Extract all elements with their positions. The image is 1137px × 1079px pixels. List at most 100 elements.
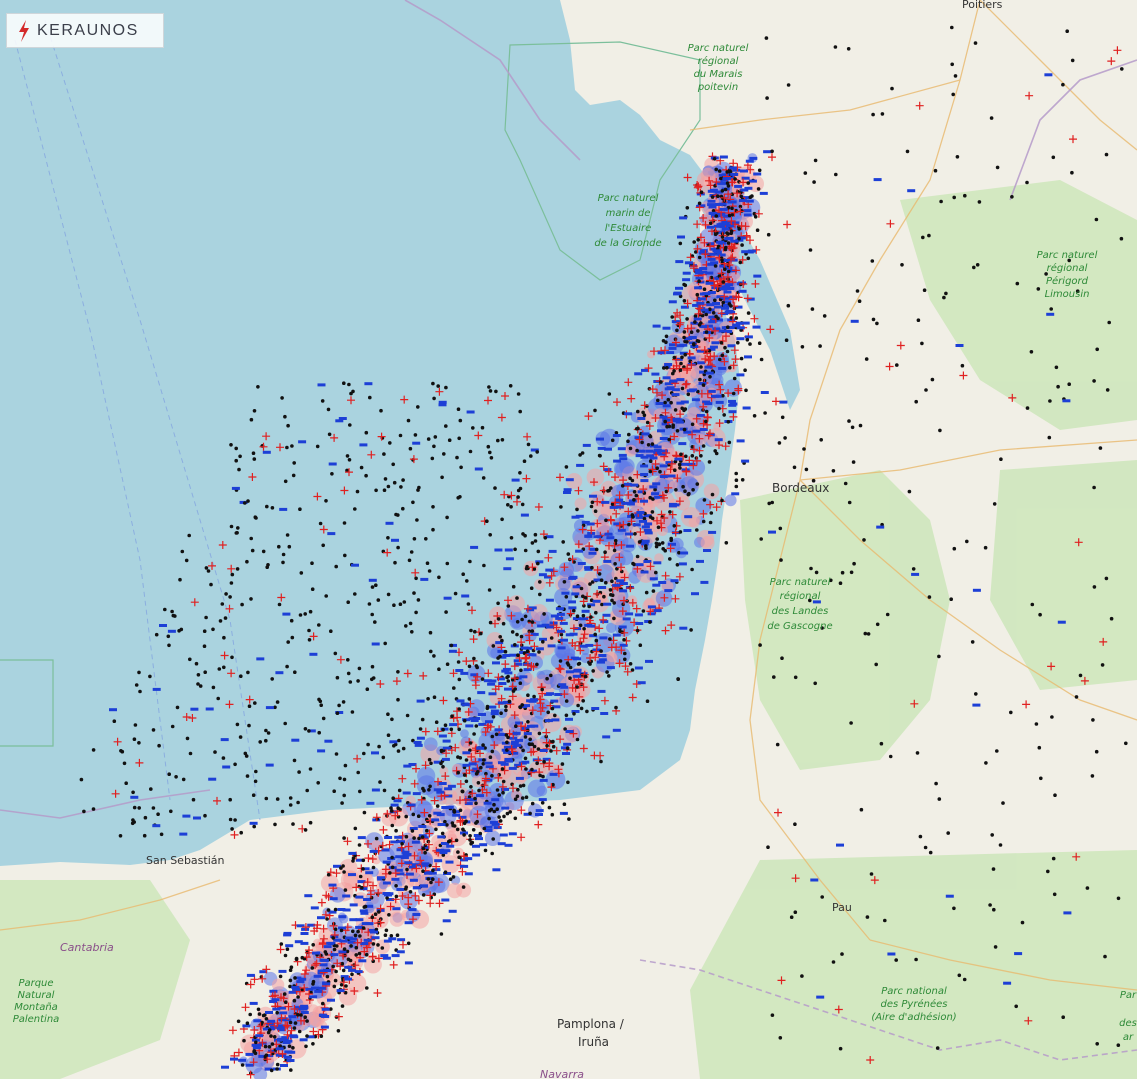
intracloud-flash <box>367 602 372 606</box>
negative-strike <box>721 173 730 177</box>
intracloud-flash <box>332 789 337 793</box>
negative-strike <box>617 447 626 451</box>
intracloud-flash <box>1109 616 1114 621</box>
intracloud-flash <box>511 584 516 589</box>
intracloud-flash <box>727 440 732 445</box>
intracloud-flash <box>874 662 878 667</box>
intracloud-flash <box>432 396 436 401</box>
intracloud-flash <box>348 423 352 427</box>
intracloud-flash <box>725 231 729 235</box>
negative-strike <box>555 616 564 620</box>
intracloud-flash <box>323 950 328 954</box>
intracloud-flash <box>424 537 428 541</box>
negative-strike <box>355 895 364 899</box>
negative-strike <box>513 743 522 747</box>
negative-strike <box>736 326 745 330</box>
intracloud-flash <box>671 425 675 429</box>
negative-strike <box>329 897 338 901</box>
intracloud-flash <box>472 732 476 736</box>
intracloud-flash <box>288 984 292 989</box>
intracloud-flash <box>686 392 691 397</box>
negative-strike <box>836 843 844 847</box>
negative-strike <box>760 391 769 394</box>
intracloud-flash <box>163 607 167 612</box>
negative-strike <box>560 685 569 689</box>
intracloud-flash <box>528 811 532 816</box>
intracloud-flash <box>389 806 393 810</box>
intracloud-flash <box>370 915 375 919</box>
intracloud-flash <box>319 1034 324 1038</box>
intracloud-flash <box>579 586 584 591</box>
intracloud-flash <box>292 998 297 1003</box>
intracloud-flash <box>599 759 603 764</box>
density-blob <box>446 882 463 899</box>
negative-strike <box>383 939 392 943</box>
intracloud-flash <box>537 650 541 654</box>
city-navarra: Navarra <box>540 1068 584 1079</box>
intracloud-flash <box>238 735 243 739</box>
negative-strike <box>652 583 661 587</box>
intracloud-flash <box>905 149 910 154</box>
intracloud-flash <box>568 676 572 680</box>
intracloud-flash <box>299 1013 303 1017</box>
intracloud-flash <box>449 643 454 648</box>
negative-strike <box>488 679 497 683</box>
intracloud-flash <box>252 1049 256 1054</box>
intracloud-flash <box>540 801 545 805</box>
intracloud-flash <box>939 199 943 204</box>
intracloud-flash <box>498 654 502 659</box>
lightning-map[interactable]: Poitiers Bordeaux Pau Pamplona / Iruña S… <box>0 0 1137 1079</box>
keraunos-logo[interactable]: KERAUNOS <box>6 13 164 48</box>
intracloud-flash <box>118 834 123 838</box>
negative-strike <box>338 915 347 919</box>
intracloud-flash <box>606 489 610 493</box>
intracloud-flash <box>1085 886 1090 890</box>
negative-strike <box>330 953 339 957</box>
intracloud-flash <box>283 479 288 484</box>
intracloud-flash <box>283 953 288 958</box>
intracloud-flash <box>949 597 953 601</box>
negative-strike <box>640 570 649 574</box>
intracloud-flash <box>331 936 336 940</box>
intracloud-flash <box>870 259 875 263</box>
intracloud-flash <box>869 872 874 876</box>
intracloud-flash <box>333 927 338 931</box>
intracloud-flash <box>518 784 523 788</box>
intracloud-flash <box>303 612 308 616</box>
intracloud-flash <box>739 194 743 199</box>
intracloud-flash <box>253 779 258 784</box>
intracloud-flash <box>357 666 362 671</box>
intracloud-flash <box>185 736 190 741</box>
negative-strike <box>238 1058 247 1062</box>
negative-strike <box>365 871 374 875</box>
negative-strike <box>581 609 590 613</box>
negative-strike <box>290 1035 299 1039</box>
intracloud-flash <box>468 449 473 454</box>
intracloud-flash <box>397 788 402 793</box>
intracloud-flash <box>246 499 250 503</box>
intracloud-flash <box>427 757 432 762</box>
negative-strike <box>393 799 402 803</box>
intracloud-flash <box>732 376 737 381</box>
negative-strike <box>626 544 635 548</box>
intracloud-flash <box>388 441 392 445</box>
intracloud-flash <box>279 942 284 946</box>
intracloud-flash <box>341 968 346 973</box>
negative-strike <box>718 366 727 370</box>
intracloud-flash <box>251 451 256 456</box>
density-blob <box>586 468 605 487</box>
negative-strike <box>641 368 649 372</box>
intracloud-flash <box>655 537 659 541</box>
intracloud-flash <box>257 1012 262 1016</box>
negative-strike <box>651 492 660 496</box>
intracloud-flash <box>738 260 743 265</box>
negative-strike <box>972 588 981 592</box>
intracloud-flash <box>536 747 541 751</box>
negative-strike <box>597 689 606 693</box>
negative-strike <box>655 402 664 405</box>
intracloud-flash <box>725 349 730 354</box>
intracloud-flash <box>305 1019 309 1023</box>
negative-strike <box>377 876 385 880</box>
intracloud-flash <box>361 867 365 871</box>
intracloud-flash <box>597 572 602 576</box>
